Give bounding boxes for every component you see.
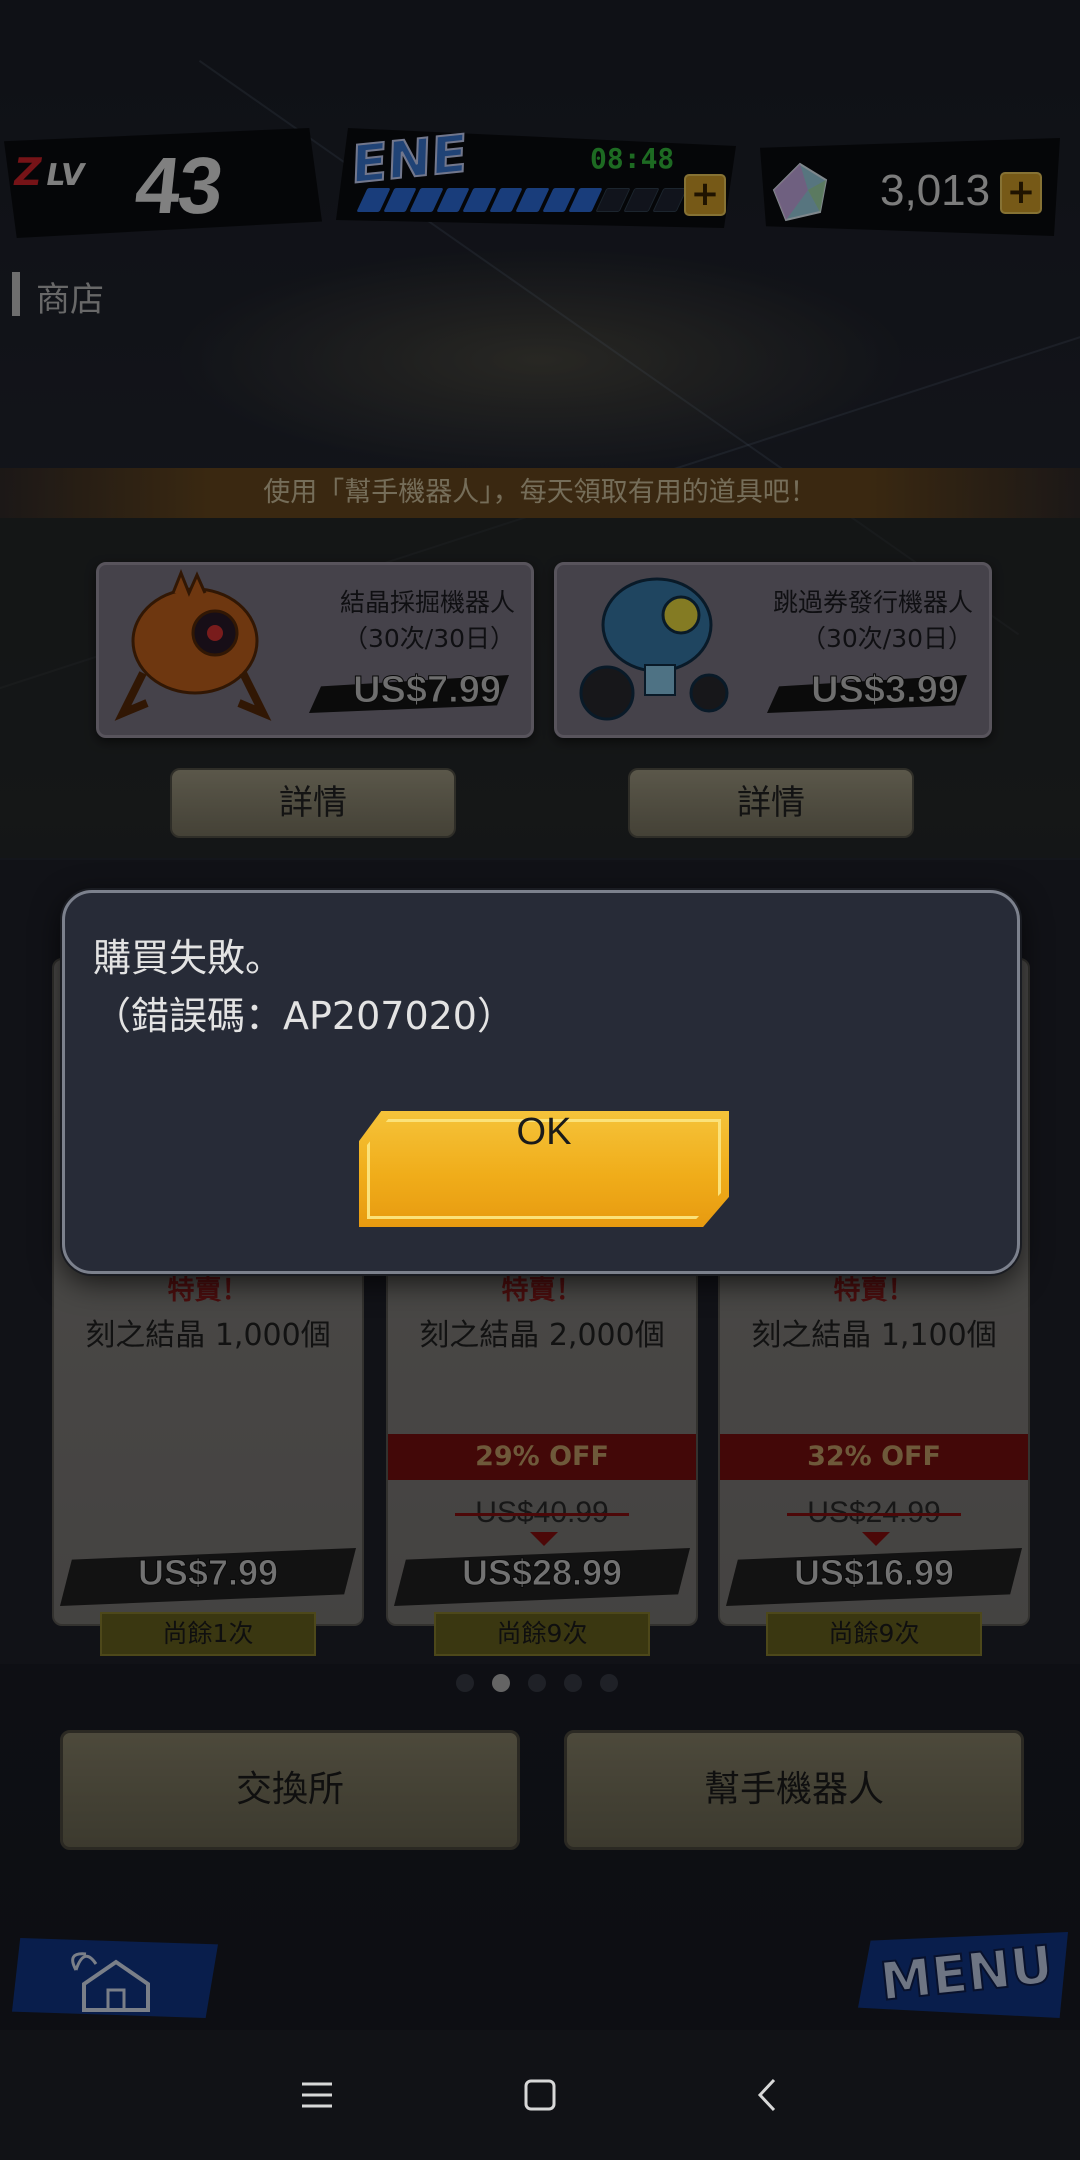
home-nav-icon[interactable] bbox=[515, 2070, 565, 2120]
system-nav-bar bbox=[0, 2030, 1080, 2160]
error-message: 購買失敗。 bbox=[93, 936, 284, 980]
error-dialog: 購買失敗。 （錯誤碼：AP207020） OK bbox=[62, 890, 1020, 1274]
recent-apps-icon[interactable] bbox=[292, 2070, 342, 2120]
back-nav-icon[interactable] bbox=[742, 2070, 792, 2120]
ok-button-label: OK bbox=[516, 1111, 572, 1153]
game-screen: Z LV 43 ENE 08:48 + 3,013 + 商店 使用「幫手機器人」… bbox=[0, 0, 1080, 2030]
error-code: （錯誤碼：AP207020） bbox=[93, 994, 515, 1038]
ok-button[interactable]: OK bbox=[359, 1111, 729, 1227]
